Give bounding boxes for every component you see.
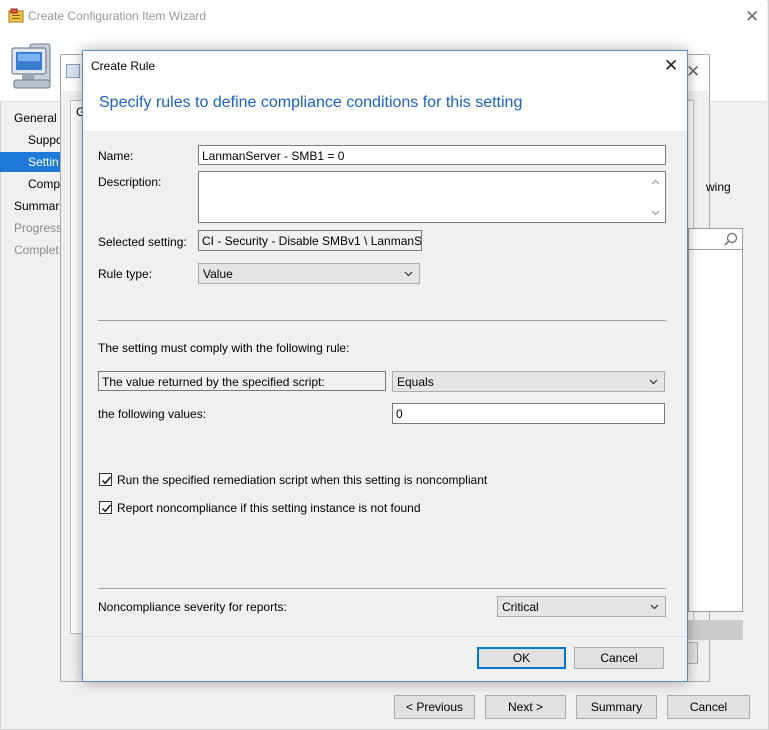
- nav-item-supported-platforms[interactable]: Suppo: [28, 133, 63, 147]
- dialog-heading: Specify rules to define compliance condi…: [99, 94, 523, 111]
- severity-value: Critical: [502, 600, 539, 614]
- summary-button[interactable]: Summary: [576, 695, 657, 719]
- severity-dropdown[interactable]: Critical: [497, 596, 666, 617]
- wizard-cancel-button[interactable]: Cancel: [667, 695, 750, 719]
- following-values-field[interactable]: 0: [392, 403, 665, 424]
- dialog-cancel-button[interactable]: Cancel: [574, 647, 664, 669]
- checkmark-icon: [101, 476, 112, 485]
- report-noncompliance-checkbox[interactable]: [99, 501, 112, 514]
- nav-item-completion: Complet: [14, 243, 59, 257]
- remediate-label[interactable]: Run the specified remediation script whe…: [117, 473, 487, 487]
- selected-setting-field: CI - Security - Disable SMBv1 \ LanmanSe…: [198, 230, 422, 251]
- rule-type-label: Rule type:: [98, 267, 153, 281]
- rule-type-dropdown[interactable]: Value: [198, 263, 420, 284]
- wizard-nav: General Suppo Settin Comp Summar Progres…: [0, 104, 63, 404]
- create-rule-title: Create Rule: [91, 59, 156, 73]
- previous-button[interactable]: < Previous: [394, 695, 475, 719]
- search-icon[interactable]: [724, 232, 738, 246]
- nav-item-summary[interactable]: Summar: [14, 199, 59, 213]
- setting-window-side-text: wing: [706, 180, 731, 194]
- nav-item-compliance-rules[interactable]: Comp: [28, 177, 60, 191]
- operator-dropdown[interactable]: Equals: [392, 371, 665, 392]
- nav-item-progress: Progress: [14, 221, 63, 235]
- selected-setting-label: Selected setting:: [98, 235, 187, 249]
- wizard-title: Create Configuration Item Wizard: [28, 9, 207, 23]
- rule-type-value: Value: [203, 267, 233, 281]
- nav-item-settings[interactable]: Settin: [0, 152, 62, 172]
- remediate-checkbox[interactable]: [99, 473, 112, 486]
- computer-icon: [11, 43, 51, 89]
- setting-window-close-icon[interactable]: ✕: [686, 63, 700, 80]
- next-button[interactable]: Next >: [485, 695, 566, 719]
- create-rule-titlebar: [83, 51, 687, 81]
- description-label: Description:: [98, 175, 162, 189]
- ok-button[interactable]: OK: [477, 647, 566, 669]
- following-values-label: the following values:: [98, 407, 207, 421]
- wizard-close-icon[interactable]: ✕: [745, 8, 759, 25]
- chevron-down-icon: [649, 379, 658, 385]
- chevron-down-icon: [404, 271, 413, 277]
- name-label: Name:: [98, 149, 134, 163]
- severity-label: Noncompliance severity for reports:: [98, 600, 287, 614]
- checkmark-icon: [101, 504, 112, 513]
- setting-window-disabled-button: [688, 620, 743, 640]
- operator-value: Equals: [397, 375, 434, 389]
- scroll-down-icon[interactable]: [651, 208, 660, 217]
- scroll-up-icon[interactable]: [651, 178, 660, 187]
- value-returned-label: The value returned by the specified scri…: [98, 371, 386, 391]
- description-field[interactable]: [198, 171, 666, 223]
- setting-window-list[interactable]: [688, 228, 743, 612]
- nav-item-general[interactable]: General: [14, 111, 57, 125]
- configuration-item-icon: [8, 8, 24, 23]
- name-field[interactable]: LanmanServer - SMB1 = 0: [198, 145, 666, 165]
- dialog-close-icon[interactable]: ✕: [664, 57, 678, 74]
- report-noncompliance-label[interactable]: Report noncompliance if this setting ins…: [117, 501, 421, 515]
- comply-text: The setting must comply with the followi…: [98, 341, 350, 355]
- divider: [98, 588, 666, 589]
- divider: [98, 320, 666, 321]
- chevron-down-icon: [650, 604, 659, 610]
- setting-window-icon: [66, 64, 80, 78]
